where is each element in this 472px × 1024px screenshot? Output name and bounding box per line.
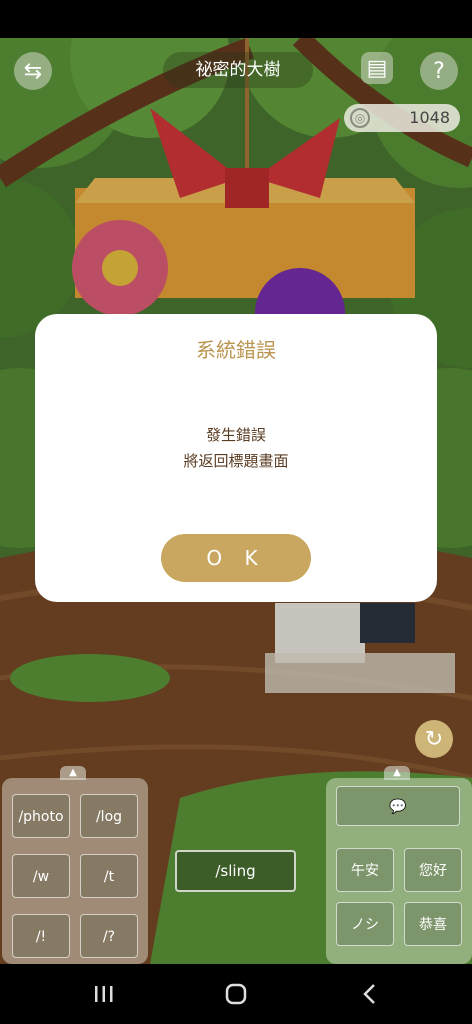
home-button[interactable]: [216, 978, 256, 1010]
home-icon: [225, 983, 247, 1005]
dialog-message-line: 發生錯誤: [205, 426, 266, 444]
error-dialog: 系統錯誤 發生錯誤 將返回標題畫面 O K: [35, 314, 437, 602]
back-button[interactable]: [350, 978, 390, 1010]
dialog-title: 系統錯誤: [196, 338, 276, 362]
status-bar: [0, 0, 472, 38]
modal-layer: 系統錯誤 發生錯誤 將返回標題畫面 O K: [0, 38, 472, 964]
dialog-message-line: 將返回標題畫面: [183, 452, 289, 470]
dialog-message: 發生錯誤 將返回標題畫面: [35, 422, 437, 474]
android-nav-bar: [0, 964, 472, 1024]
recent-apps-icon: [95, 986, 113, 1002]
recent-apps-button[interactable]: [84, 978, 124, 1010]
back-icon: [363, 984, 375, 1004]
ok-button[interactable]: O K: [161, 534, 311, 582]
